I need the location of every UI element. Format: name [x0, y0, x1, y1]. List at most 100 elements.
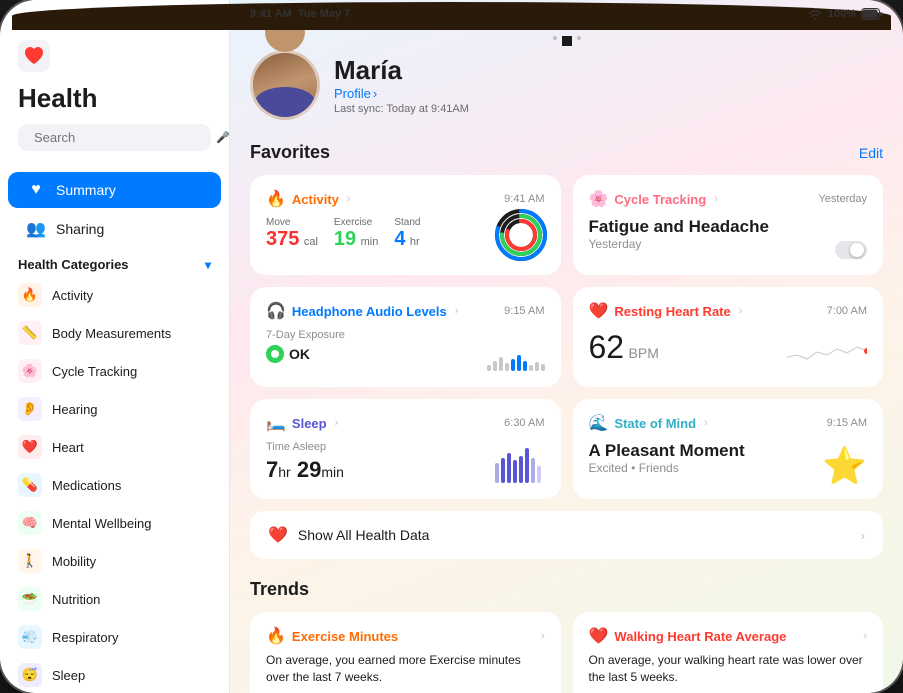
profile-sync: Last sync: Today at 9:41AM	[334, 103, 469, 115]
mobility-label: Mobility	[52, 554, 96, 569]
walking-hr-icon: ❤️	[589, 626, 609, 646]
cycle-chevron-icon: ›	[714, 193, 718, 205]
show-all-label: Show All Health Data	[298, 527, 851, 543]
walking-hr-trend-card[interactable]: ❤️ Walking Heart Rate Average › On avera…	[573, 612, 884, 693]
summary-label: Summary	[56, 182, 116, 198]
top-camera-area	[250, 36, 883, 46]
heart-label: Heart	[52, 440, 84, 455]
headphone-card-header: 🎧 Headphone Audio Levels › 9:15 AM	[266, 301, 545, 321]
sidebar-item-cycle-tracking[interactable]: 🌸 Cycle Tracking	[0, 352, 229, 390]
headphone-card[interactable]: 🎧 Headphone Audio Levels › 9:15 AM 7-Day…	[250, 287, 561, 387]
favorites-header: Favorites Edit	[250, 142, 883, 163]
sleep-card-title: Sleep	[292, 416, 327, 431]
activity-chevron-icon: ›	[347, 193, 351, 205]
show-all-health-data[interactable]: ❤️ Show All Health Data ›	[250, 511, 883, 559]
headphone-card-title: Headphone Audio Levels	[292, 304, 447, 319]
mind-chevron-icon: ›	[704, 417, 708, 429]
sidebar-item-respiratory[interactable]: 💨 Respiratory	[0, 618, 229, 656]
headphone-chevron-icon: ›	[455, 305, 459, 317]
sidebar-item-medications[interactable]: 💊 Medications	[0, 466, 229, 504]
nav-summary[interactable]: ♥ Summary	[8, 172, 221, 208]
bpm-unit: BPM	[629, 345, 659, 361]
activity-card-icon: 🔥	[266, 189, 286, 209]
chevron-right-icon: ›	[373, 86, 377, 101]
sidebar-title: Health	[18, 83, 211, 114]
exercise-value: 19	[334, 228, 356, 250]
sidebar-item-hearing[interactable]: 👂 Hearing	[0, 390, 229, 428]
stand-value: 4	[394, 228, 405, 250]
cycle-card-time: Yesterday	[818, 193, 867, 205]
headphone-card-icon: 🎧	[266, 301, 286, 321]
headphone-title-row: 🎧 Headphone Audio Levels ›	[266, 301, 458, 321]
sleep-chevron-icon: ›	[335, 417, 339, 429]
battery-icon	[861, 8, 883, 20]
sidebar-item-nutrition[interactable]: 🥗 Nutrition	[0, 580, 229, 618]
mood-star-icon: ⭐	[822, 445, 867, 487]
exercise-trend-title-row: 🔥 Exercise Minutes	[266, 626, 398, 646]
activity-label: Activity	[52, 288, 93, 303]
sidebar-item-body-measurements[interactable]: 📏 Body Measurements	[0, 314, 229, 352]
exercise-trend-card[interactable]: 🔥 Exercise Minutes › On average, you ear…	[250, 612, 561, 693]
minutes-unit: min	[321, 464, 344, 480]
exercise-trend-desc: On average, you earned more Exercise min…	[266, 652, 545, 686]
cycle-toggle[interactable]	[835, 241, 867, 259]
cycle-tracking-label: Cycle Tracking	[52, 364, 137, 379]
app-container: Health 🎤 ♥ Summary 👥 Sharing	[0, 0, 903, 693]
profile-link[interactable]: Profile ›	[334, 86, 469, 101]
health-app-icon	[18, 40, 50, 72]
categories-list: 🔥 Activity 📏 Body Measurements 🌸 Cycle T…	[0, 276, 229, 693]
nav-sharing[interactable]: 👥 Sharing	[8, 210, 221, 248]
walking-hr-desc: On average, your walking heart rate was …	[589, 652, 868, 686]
cycle-toggle-dot	[850, 243, 864, 257]
respiratory-label: Respiratory	[52, 630, 118, 645]
section-header-categories: Health Categories ▾	[0, 249, 229, 276]
device-frame: Health 🎤 ♥ Summary 👥 Sharing	[0, 0, 903, 693]
activity-card[interactable]: 🔥 Activity › 9:41 AM Move 375	[250, 175, 561, 275]
heart-chevron-icon: ›	[739, 305, 743, 317]
exercise-trend-header: 🔥 Exercise Minutes ›	[266, 626, 545, 646]
body-icon: 📏	[22, 325, 38, 341]
medications-label: Medications	[52, 478, 121, 493]
search-bar[interactable]: 🎤	[18, 124, 211, 151]
sidebar-item-sleep[interactable]: 😴 Sleep	[0, 656, 229, 693]
headphone-card-time: 9:15 AM	[504, 305, 544, 317]
activity-card-time: 9:41 AM	[504, 193, 544, 205]
headphone-bars	[487, 355, 545, 371]
summary-icon: ♥	[26, 181, 46, 199]
nutrition-icon: 🥗	[22, 591, 38, 607]
chevron-down-icon: ▾	[205, 258, 211, 272]
hearing-icon: 👂	[22, 401, 38, 417]
status-bar: 9:41 AM Tue May 7 100%	[230, 0, 903, 28]
sidebar-item-heart[interactable]: ❤️ Heart	[0, 428, 229, 466]
exercise-trend-title: Exercise Minutes	[292, 629, 398, 644]
sidebar-item-activity[interactable]: 🔥 Activity	[0, 276, 229, 314]
avatar	[250, 50, 320, 120]
cycle-cond-date: Yesterday	[589, 237, 868, 251]
mind-card-header: 🌊 State of Mind › 9:15 AM	[589, 413, 868, 433]
cycle-icon: 🌸	[22, 363, 38, 379]
cycle-tracking-card[interactable]: 🌸 Cycle Tracking › Yesterday Fatigue and…	[573, 175, 884, 275]
heart-rate-card[interactable]: ❤️ Resting Heart Rate › 7:00 AM 62 BPM	[573, 287, 884, 387]
move-value: 375	[266, 228, 299, 250]
favorites-cards-grid: 🔥 Activity › 9:41 AM Move 375	[250, 175, 883, 499]
main-scroll: María Profile › Last sync: Today at 9:41…	[230, 0, 903, 693]
state-of-mind-card[interactable]: 🌊 State of Mind › 9:15 AM A Pleasant Mom…	[573, 399, 884, 499]
exercise-unit: min	[361, 236, 379, 248]
walking-hr-chevron: ›	[863, 630, 867, 642]
bpm-value: 62	[589, 329, 625, 365]
walking-hr-title: Walking Heart Rate Average	[614, 629, 786, 644]
sleep-card[interactable]: 🛏️ Sleep › 6:30 AM Time Asleep 7hr 29min	[250, 399, 561, 499]
sleep-label: Sleep	[52, 668, 85, 683]
edit-button[interactable]: Edit	[859, 145, 883, 161]
sidebar-item-mobility[interactable]: 🚶 Mobility	[0, 542, 229, 580]
walking-hr-title-row: ❤️ Walking Heart Rate Average	[589, 626, 787, 646]
trends-grid: 🔥 Exercise Minutes › On average, you ear…	[250, 612, 883, 693]
mobility-icon: 🚶	[22, 553, 38, 569]
sidebar-item-mental-wellbeing[interactable]: 🧠 Mental Wellbeing	[0, 504, 229, 542]
sidebar-header: Health 🎤	[0, 28, 229, 171]
exercise-stat: Exercise 19 min	[334, 217, 378, 251]
search-input[interactable]	[34, 130, 210, 145]
hearing-label: Hearing	[52, 402, 98, 417]
move-label: Move	[266, 217, 318, 228]
mind-card-icon: 🌊	[589, 413, 609, 433]
